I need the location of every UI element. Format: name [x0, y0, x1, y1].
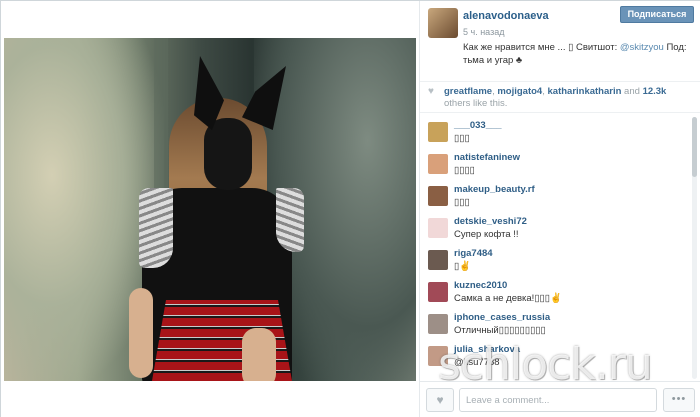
follow-button[interactable]: Подписаться: [620, 6, 694, 23]
comment-text: ▯▯▯▯: [454, 165, 475, 176]
more-options-button[interactable]: •••: [663, 388, 695, 412]
comments-scrollbar[interactable]: [692, 117, 697, 379]
comment-item: natistefaninew ▯▯▯▯: [420, 149, 694, 181]
post-time: 5 ч. назад: [463, 27, 505, 37]
comment-username[interactable]: natistefaninew: [454, 152, 520, 163]
post-caption: Как же нравится мне ... ▯ Свитшот: @skit…: [463, 41, 698, 67]
comment-item: riga7484 ▯✌: [420, 245, 694, 277]
heart-icon: ♥: [428, 86, 434, 97]
post-sidebar: alenavodonaeva 5 ч. назад Как же нравитс…: [419, 1, 700, 417]
comment-username[interactable]: detskie_veshi72: [454, 216, 527, 227]
comment-username[interactable]: riga7484: [454, 248, 493, 259]
comment-item: ___033___ ▯▯▯: [420, 117, 694, 149]
comment-item: makeup_beauty.rf ▯▯▯: [420, 181, 694, 213]
comment-avatar[interactable]: [428, 250, 448, 270]
arm-left: [129, 288, 153, 378]
comment-text: ▯▯▯: [454, 133, 470, 144]
photo-area: [1, 1, 419, 417]
owner-username[interactable]: alenavodonaeva: [463, 10, 549, 22]
liker-name[interactable]: greatflame: [444, 86, 492, 97]
comment-avatar[interactable]: [428, 186, 448, 206]
owner-avatar[interactable]: [428, 8, 458, 38]
caption-prefix: Как же нравится мне ...: [463, 42, 569, 53]
like-heart-button[interactable]: ♥: [426, 388, 454, 412]
liker-name[interactable]: mojigato4: [497, 86, 542, 97]
post-viewer: alenavodonaeva 5 ч. назад Как же нравитс…: [0, 0, 700, 417]
caption-mention[interactable]: @skitzyou: [620, 42, 664, 53]
comment-input[interactable]: [459, 388, 657, 412]
arm-right: [242, 328, 276, 381]
comment-username[interactable]: ___033___: [454, 120, 502, 131]
comment-text: @ksu7788: [454, 357, 500, 368]
likes-summary: ♥ greatflame, mojigato4, katharinkathari…: [420, 81, 700, 113]
post-photo[interactable]: [4, 38, 416, 381]
comment-username[interactable]: iphone_cases_russia: [454, 312, 550, 323]
comment-item: julia_sharkova @ksu7788: [420, 341, 694, 373]
caption-mid: Свитшот:: [573, 42, 620, 53]
comment-avatar[interactable]: [428, 346, 448, 366]
feather-wing-right: [276, 188, 304, 252]
comment-username[interactable]: makeup_beauty.rf: [454, 184, 535, 195]
scrollbar-thumb[interactable]: [692, 117, 697, 177]
comment-text: Отличный▯▯▯▯▯▯▯▯▯: [454, 325, 546, 336]
comment-username[interactable]: kuznec2010: [454, 280, 507, 291]
comment-item: detskie_veshi72 Супер кофта !!: [420, 213, 694, 245]
comment-avatar[interactable]: [428, 154, 448, 174]
comment-avatar[interactable]: [428, 218, 448, 238]
likes-suffix: others like this.: [444, 98, 508, 109]
comment-username[interactable]: julia_sharkova: [454, 344, 520, 355]
comment-avatar[interactable]: [428, 314, 448, 334]
likes-separator: and: [621, 86, 643, 97]
comment-avatar[interactable]: [428, 282, 448, 302]
comment-text: Супер кофта !!: [454, 229, 519, 240]
feather-wing-left: [139, 188, 173, 268]
comment-text: Самка а не девка!▯▯▯✌: [454, 293, 562, 304]
likes-count[interactable]: 12.3k: [643, 86, 667, 97]
comment-text: ▯✌: [454, 261, 472, 272]
comment-footer: ♥ •••: [420, 381, 700, 417]
comment-item: iphone_cases_russia Отличный▯▯▯▯▯▯▯▯▯: [420, 309, 694, 341]
post-header: alenavodonaeva 5 ч. назад Как же нравитс…: [420, 1, 700, 81]
liker-name[interactable]: katharinkatharin: [548, 86, 622, 97]
comment-item: kuznec2010 Самка а не девка!▯▯▯✌: [420, 277, 694, 309]
comment-avatar[interactable]: [428, 122, 448, 142]
comment-text: ▯▯▯: [454, 197, 470, 208]
comments-list[interactable]: ___033___ ▯▯▯ natistefaninew ▯▯▯▯ makeup…: [420, 115, 694, 381]
